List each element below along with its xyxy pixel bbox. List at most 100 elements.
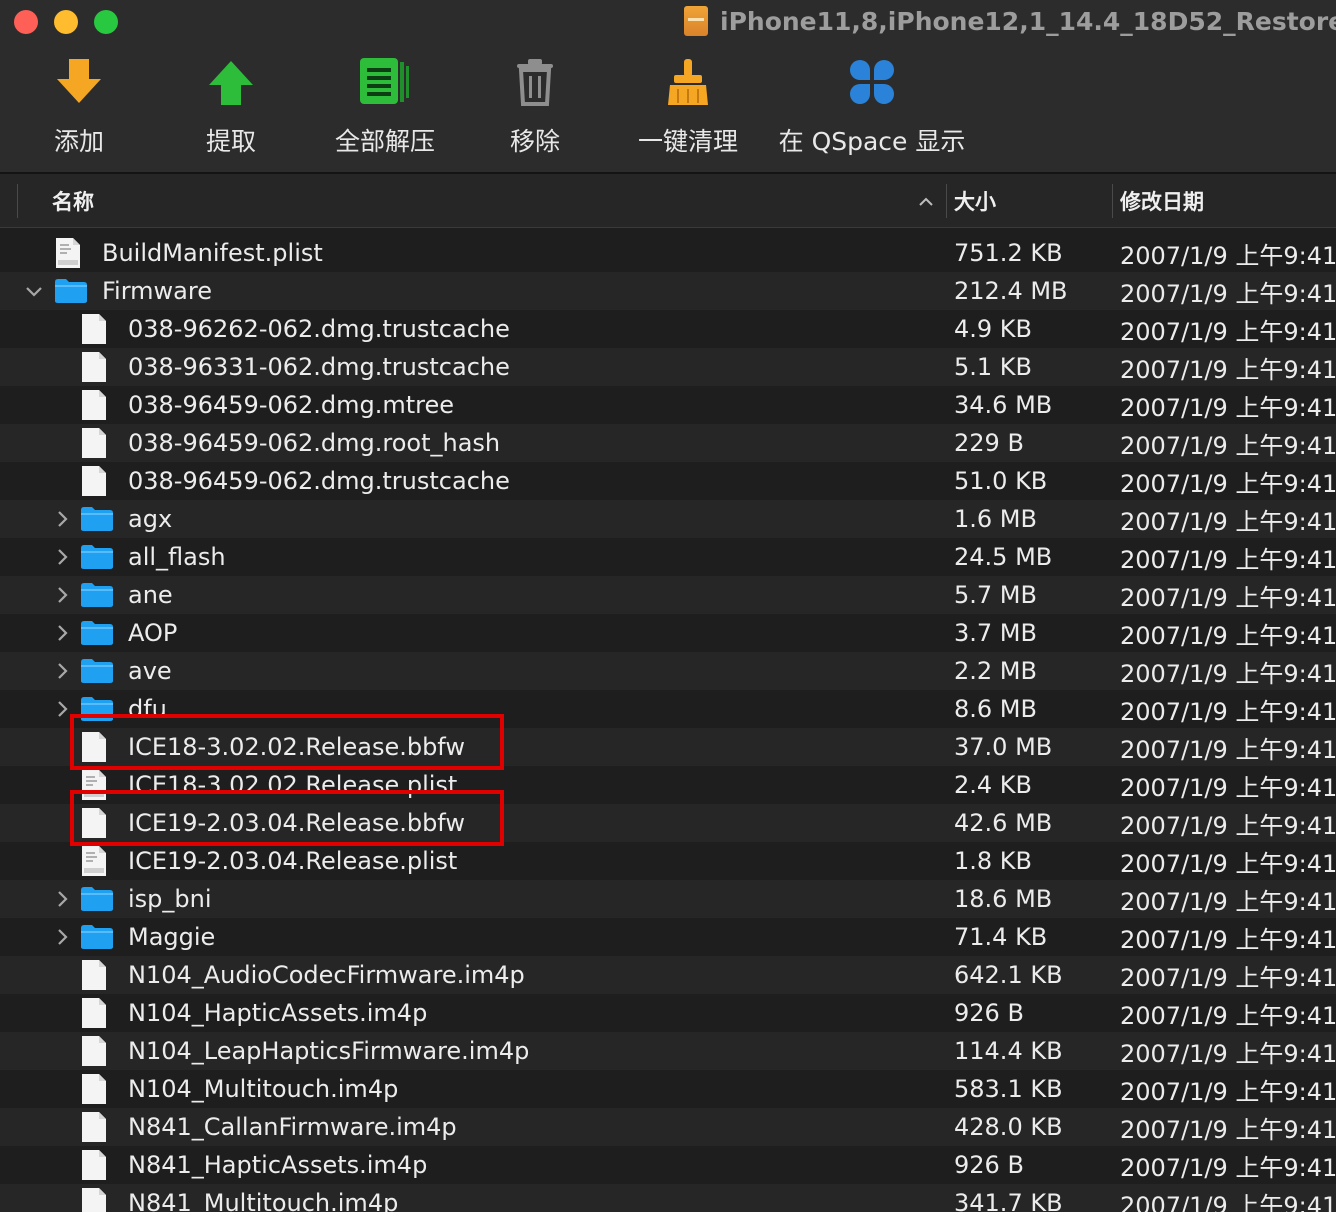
file-size: 2.2 MB [954,657,1037,685]
file-modified-date: 2007/1/9 上午9:41 [1120,659,1336,688]
zoom-window-button[interactable] [94,10,118,34]
table-row[interactable]: N104_HapticAssets.im4p 926 B 2007/1/9 上午9:… [0,994,1336,1032]
file-size: 2.4 KB [954,771,1032,799]
document-icon [81,1111,107,1147]
table-row[interactable]: 038-96459-062.dmg.root_hash 229 B 2007/1/9… [0,424,1336,462]
file-size: 18.6 MB [954,885,1053,913]
show-in-qspace-button[interactable]: 在 QSpace 显示 [778,52,966,158]
folder-icon [80,544,114,574]
file-size: 8.6 MB [954,695,1037,723]
column-divider[interactable] [1112,184,1113,218]
table-row[interactable]: Maggie 71.4 KB 2007/1/9 上午9:41 [0,918,1336,956]
file-size: 5.7 MB [954,581,1037,609]
file-size: 583.1 KB [954,1075,1063,1103]
file-name: N841_HapticAssets.im4p [128,1151,428,1179]
table-row[interactable]: all_flash 24.5 MB 2007/1/9 上午9:41 [0,538,1336,576]
table-row[interactable]: ICE19-2.03.04.Release.plist 1.8 KB 2007/1/… [0,842,1336,880]
table-row[interactable]: N841_CallanFirmware.im4p 428.0 KB 2007/1/9… [0,1108,1336,1146]
chevron-down-icon[interactable] [24,281,44,301]
table-row[interactable]: ane 5.7 MB 2007/1/9 上午9:41 [0,576,1336,614]
file-name: ave [128,657,172,685]
column-divider [17,184,18,218]
table-row[interactable]: N841_HapticAssets.im4p 926 B 2007/1/9 上午9:… [0,1146,1336,1184]
extract-button[interactable]: 提取 [201,52,261,158]
file-name: N104_HapticAssets.im4p [128,999,428,1027]
extract-all-button[interactable]: 全部解压 [330,52,440,158]
table-row[interactable]: 038-96459-062.dmg.mtree 34.6 MB 2007/1/9 上… [0,386,1336,424]
chevron-right-icon[interactable] [52,889,72,909]
file-size: 5.1 KB [954,353,1032,381]
file-name: 038-96459-062.dmg.trustcache [128,467,510,495]
clean-button[interactable]: 一键清理 [633,52,743,158]
extract-all-button-label: 全部解压 [334,127,435,156]
remove-button-label: 移除 [509,127,560,156]
file-name: ane [128,581,173,609]
file-name: N841_Multitouch.im4p [128,1189,399,1212]
file-modified-date: 2007/1/9 上午9:41 [1120,355,1336,384]
file-size: 926 B [954,1151,1024,1179]
show-in-qspace-button-label: 在 QSpace 显示 [778,127,966,156]
chevron-right-icon[interactable] [52,699,72,719]
date-column-header[interactable]: 修改日期 [1120,174,1204,228]
table-row[interactable]: ave 2.2 MB 2007/1/9 上午9:41 [0,652,1336,690]
file-size: 229 B [954,429,1024,457]
size-column-header[interactable]: 大小 [954,174,996,228]
file-list[interactable]: BuildManifest.plist 751.2 KB 2007/1/9 上午9:… [0,228,1336,1212]
chevron-right-icon[interactable] [52,585,72,605]
table-row[interactable]: BuildManifest.plist 751.2 KB 2007/1/9 上午9:… [0,234,1336,272]
file-name: Firmware [102,277,212,305]
file-modified-date: 2007/1/9 上午9:41 [1120,393,1336,422]
table-row[interactable]: Firmware 212.4 MB 2007/1/9 上午9:41 [0,272,1336,310]
file-size: 1.8 KB [954,847,1032,875]
table-row[interactable]: AOP 3.7 MB 2007/1/9 上午9:41 [0,614,1336,652]
broom-icon [658,52,718,112]
document-icon [81,427,107,463]
table-row[interactable]: N104_AudioCodecFirmware.im4p 642.1 KB 2007… [0,956,1336,994]
name-column-header[interactable]: 名称 [52,174,94,228]
highlight-box [70,714,504,770]
chevron-right-icon[interactable] [52,547,72,567]
table-row[interactable]: 038-96331-062.dmg.trustcache 5.1 KB 2007/1… [0,348,1336,386]
document-icon [81,1073,107,1109]
file-name: N841_CallanFirmware.im4p [128,1113,457,1141]
file-size: 751.2 KB [954,239,1063,267]
document-icon [81,1187,107,1212]
table-row[interactable]: agx 1.6 MB 2007/1/9 上午9:41 [0,500,1336,538]
chevron-up-icon[interactable] [916,192,936,212]
file-name: Maggie [128,923,216,951]
file-size: 428.0 KB [954,1113,1063,1141]
file-modified-date: 2007/1/9 上午9:41 [1120,469,1336,498]
file-modified-date: 2007/1/9 上午9:41 [1120,887,1336,916]
file-modified-date: 2007/1/9 上午9:41 [1120,849,1336,878]
table-row[interactable]: 038-96262-062.dmg.trustcache 4.9 KB 2007/1… [0,310,1336,348]
document-icon [81,351,107,387]
file-name: 038-96459-062.dmg.mtree [128,391,455,419]
chevron-right-icon[interactable] [52,661,72,681]
clean-button-label: 一键清理 [637,127,738,156]
chevron-right-icon[interactable] [52,623,72,643]
file-size: 341.7 KB [954,1189,1063,1212]
file-name: agx [128,505,173,533]
column-divider[interactable] [946,184,947,218]
remove-button[interactable]: 移除 [505,52,565,158]
file-modified-date: 2007/1/9 上午9:41 [1120,1077,1336,1106]
table-row[interactable]: 038-96459-062.dmg.trustcache 51.0 KB 2007/… [0,462,1336,500]
file-size: 37.0 MB [954,733,1053,761]
table-row[interactable]: isp_bni 18.6 MB 2007/1/9 上午9:41 [0,880,1336,918]
close-window-button[interactable] [14,10,38,34]
file-modified-date: 2007/1/9 上午9:41 [1120,583,1336,612]
file-size: 3.7 MB [954,619,1037,647]
document-icon [81,465,107,501]
document-icon [81,997,107,1033]
add-button[interactable]: 添加 [49,52,109,158]
table-row[interactable]: N104_Multitouch.im4p 583.1 KB 2007/1/9 上午9… [0,1070,1336,1108]
table-row[interactable]: N104_LeapHapticsFirmware.im4p 114.4 KB 200… [0,1032,1336,1070]
file-size: 34.6 MB [954,391,1053,419]
minimize-window-button[interactable] [54,10,78,34]
chevron-right-icon[interactable] [52,509,72,529]
table-row[interactable]: N841_Multitouch.im4p 341.7 KB 2007/1/9 上午9… [0,1184,1336,1212]
chevron-right-icon[interactable] [52,927,72,947]
document-icon [81,313,107,349]
folder-icon [80,582,114,612]
file-name: all_flash [128,543,226,571]
